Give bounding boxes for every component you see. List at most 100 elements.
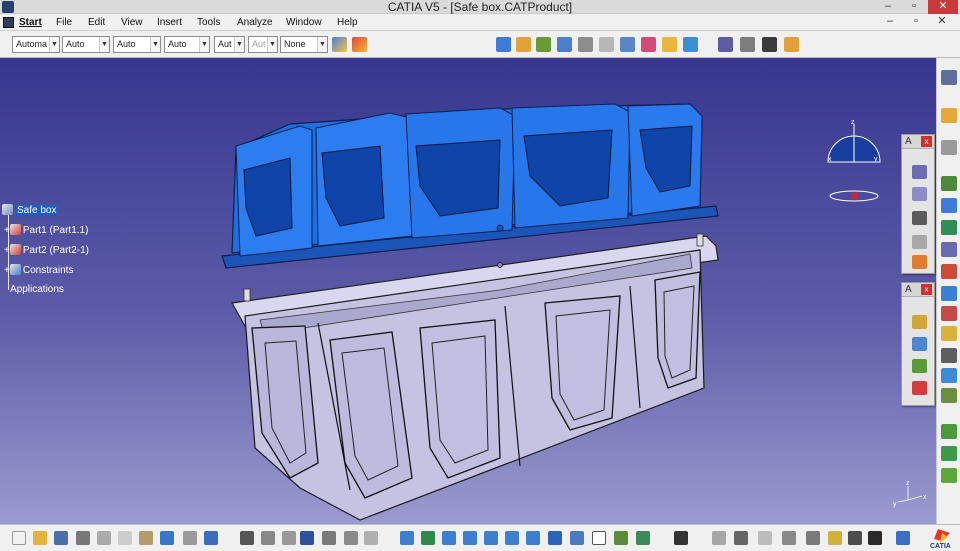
catalog-icon[interactable] (300, 531, 314, 545)
3d-viewport[interactable]: Safe box + Part1 (Part1.1) + Part2 (Part2-… (0, 58, 936, 524)
tree-node-part2[interactable]: + Part2 (Part2-1) (4, 244, 89, 257)
space-analysis-icon[interactable] (941, 388, 957, 403)
doc-restore-button[interactable]: ▫ (904, 15, 928, 29)
close-button[interactable]: ✕ (928, 0, 958, 14)
menu-insert[interactable]: Insert (157, 16, 182, 29)
shading-icon[interactable] (896, 531, 910, 545)
explode-icon[interactable] (762, 37, 777, 52)
floating-toolbar-scenes[interactable]: A x (901, 282, 935, 406)
floating-toolbar-annotations[interactable]: A x (901, 134, 935, 274)
view-mode-icon[interactable] (570, 531, 584, 545)
generate-numbering-icon[interactable] (599, 37, 614, 52)
palette-close-button[interactable]: x (921, 284, 932, 295)
manage-representations-icon[interactable] (641, 37, 656, 52)
text-icon[interactable] (912, 187, 927, 201)
camera-icon[interactable] (674, 531, 688, 545)
coincidence-icon[interactable] (941, 220, 957, 235)
box-lid[interactable] (221, 103, 719, 269)
offset-icon[interactable] (941, 264, 957, 279)
tree-node-applications[interactable]: Applications (10, 284, 64, 296)
transparency-combo[interactable]: Auto ▼ (62, 36, 110, 53)
tree-node-root[interactable]: Safe box (2, 204, 59, 217)
select-icon[interactable] (941, 108, 957, 123)
whats-this-icon[interactable] (204, 531, 218, 545)
constraint-icon[interactable] (941, 198, 957, 213)
paste-icon[interactable] (139, 531, 153, 545)
tools-icon[interactable] (282, 531, 296, 545)
existing-component-icon[interactable] (536, 37, 551, 52)
fast-multi-instantiation-icon[interactable] (683, 37, 698, 52)
line-type-combo[interactable]: Auto ▼ (164, 36, 210, 53)
3d-model-view[interactable] (0, 58, 936, 524)
copy-icon[interactable] (118, 531, 132, 545)
angle-icon[interactable] (941, 286, 957, 301)
expand-icon[interactable]: + (4, 265, 10, 276)
undo-icon[interactable] (160, 531, 174, 545)
graph-tree-reordering-icon[interactable] (578, 37, 593, 52)
tree-node-constraints[interactable]: + Constraints (4, 264, 73, 277)
text-with-leader-icon[interactable] (912, 165, 927, 179)
save-icon[interactable] (54, 531, 68, 545)
update-icon[interactable] (941, 348, 957, 363)
fix-together-icon[interactable] (941, 326, 957, 341)
help-icon[interactable] (592, 531, 606, 545)
snap-icon[interactable] (740, 37, 755, 52)
menu-view[interactable]: View (121, 16, 143, 29)
fit-all-icon[interactable] (421, 531, 435, 545)
product-icon[interactable] (496, 37, 511, 52)
compass-widget[interactable]: z x y (822, 118, 886, 208)
layer-combo[interactable]: None ▼ (280, 36, 328, 53)
multi-view-icon[interactable] (734, 531, 748, 545)
zoom-out-icon[interactable] (505, 531, 519, 545)
pan-icon[interactable] (442, 531, 456, 545)
menu-window[interactable]: Window (286, 16, 322, 29)
line-thickness-combo[interactable]: Auto ▼ (113, 36, 161, 53)
hide-show-icon[interactable] (614, 531, 628, 545)
multi-instantiation-icon[interactable] (662, 37, 677, 52)
manipulation-icon[interactable] (718, 37, 733, 52)
new-icon[interactable] (12, 531, 26, 545)
expand-icon[interactable]: + (4, 225, 10, 236)
macro-icon[interactable] (322, 531, 336, 545)
doc-minimize-button[interactable]: – (878, 15, 902, 29)
palette-header[interactable]: A x (902, 135, 934, 149)
rendering-style-combo[interactable]: Aut ▼ (248, 36, 278, 53)
expand-icon[interactable]: + (4, 245, 10, 256)
color-combo[interactable]: Automa ▼ (12, 36, 60, 53)
rotate-icon[interactable] (463, 531, 477, 545)
lighting-icon[interactable] (758, 531, 772, 545)
normal-view-icon[interactable] (526, 531, 540, 545)
contact-icon[interactable] (941, 242, 957, 257)
flag-note-icon[interactable] (912, 211, 927, 225)
ground-icon[interactable] (806, 531, 820, 545)
point-type-combo[interactable]: Aut ▼ (214, 36, 245, 53)
palette-header[interactable]: A x (902, 283, 934, 297)
minimize-button[interactable]: – (876, 0, 900, 14)
sectioning-icon[interactable] (912, 359, 927, 373)
selective-load-icon[interactable] (620, 37, 635, 52)
knowledge-icon[interactable] (261, 531, 275, 545)
distance-icon[interactable] (912, 381, 927, 395)
print-icon[interactable] (76, 531, 90, 545)
formula-icon[interactable] (240, 531, 254, 545)
fly-mode-icon[interactable] (941, 140, 957, 155)
annotation-settings-icon[interactable] (912, 255, 927, 269)
magnifier-icon[interactable] (828, 531, 842, 545)
tree-node-part1[interactable]: + Part1 (Part1.1) (4, 224, 88, 237)
tile-icon[interactable] (712, 531, 726, 545)
quick-view-icon[interactable] (548, 531, 562, 545)
menu-start[interactable]: Start (19, 16, 42, 29)
palette-close-button[interactable]: x (921, 136, 932, 147)
restore-button[interactable]: ▫ (902, 0, 926, 14)
leader-icon[interactable] (912, 235, 927, 249)
workbench-icon[interactable] (941, 70, 957, 85)
fly-icon[interactable] (400, 531, 414, 545)
doc-close-button[interactable]: ✕ (930, 15, 954, 29)
graphic-properties-icon[interactable] (352, 37, 367, 52)
menu-tools[interactable]: Tools (197, 16, 220, 29)
redo-icon[interactable] (183, 531, 197, 545)
fix-icon[interactable] (941, 306, 957, 321)
replace-component-icon[interactable] (557, 37, 572, 52)
swap-visible-space-icon[interactable] (636, 531, 650, 545)
format-painter-icon[interactable] (332, 37, 347, 52)
